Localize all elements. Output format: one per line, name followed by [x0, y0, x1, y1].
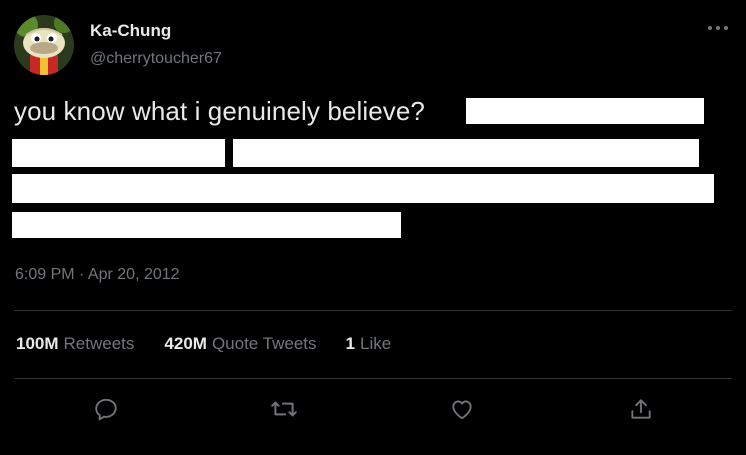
- redaction-bar: [233, 139, 699, 167]
- avatar-image: [14, 15, 74, 75]
- username-handle[interactable]: @cherrytoucher67: [90, 50, 222, 68]
- retweet-button[interactable]: [269, 394, 299, 424]
- redaction-bar: [12, 212, 401, 238]
- tweet-text: you know what i genuinely believe?: [14, 96, 425, 126]
- likes-label: Like: [360, 334, 392, 353]
- reply-icon: [95, 398, 117, 421]
- divider: [14, 310, 732, 311]
- retweets-count: 100M: [16, 334, 59, 353]
- tweet-card: Ka-Chung @cherrytoucher67 you know what …: [0, 0, 746, 455]
- display-name[interactable]: Ka-Chung: [90, 21, 171, 41]
- avatar[interactable]: [14, 15, 74, 75]
- redaction-bar: [12, 139, 225, 167]
- likes-stat[interactable]: 1 Like: [346, 334, 392, 354]
- tweet-timestamp[interactable]: 6:09 PM · Apr 20, 2012: [15, 266, 180, 284]
- divider: [14, 378, 732, 379]
- engagement-stats: 100M Retweets 420M Quote Tweets 1 Like: [16, 334, 391, 354]
- like-button[interactable]: [447, 394, 477, 424]
- reply-button[interactable]: [91, 394, 121, 424]
- more-options-button[interactable]: [700, 16, 736, 40]
- likes-count: 1: [345, 334, 355, 353]
- share-button[interactable]: [626, 394, 656, 424]
- quote-tweets-count: 420M: [164, 334, 207, 353]
- redaction-bar: [12, 174, 714, 203]
- quote-tweets-label: Quote Tweets: [211, 334, 317, 353]
- quote-tweets-stat[interactable]: 420M Quote Tweets: [164, 334, 316, 354]
- redaction-bar: [466, 98, 704, 124]
- like-icon: [452, 400, 472, 420]
- retweets-stat[interactable]: 100M Retweets: [16, 334, 134, 354]
- retweet-icon: [271, 401, 297, 417]
- more-dots-icon: [708, 26, 728, 30]
- share-icon: [631, 399, 651, 419]
- retweets-label: Retweets: [63, 334, 135, 353]
